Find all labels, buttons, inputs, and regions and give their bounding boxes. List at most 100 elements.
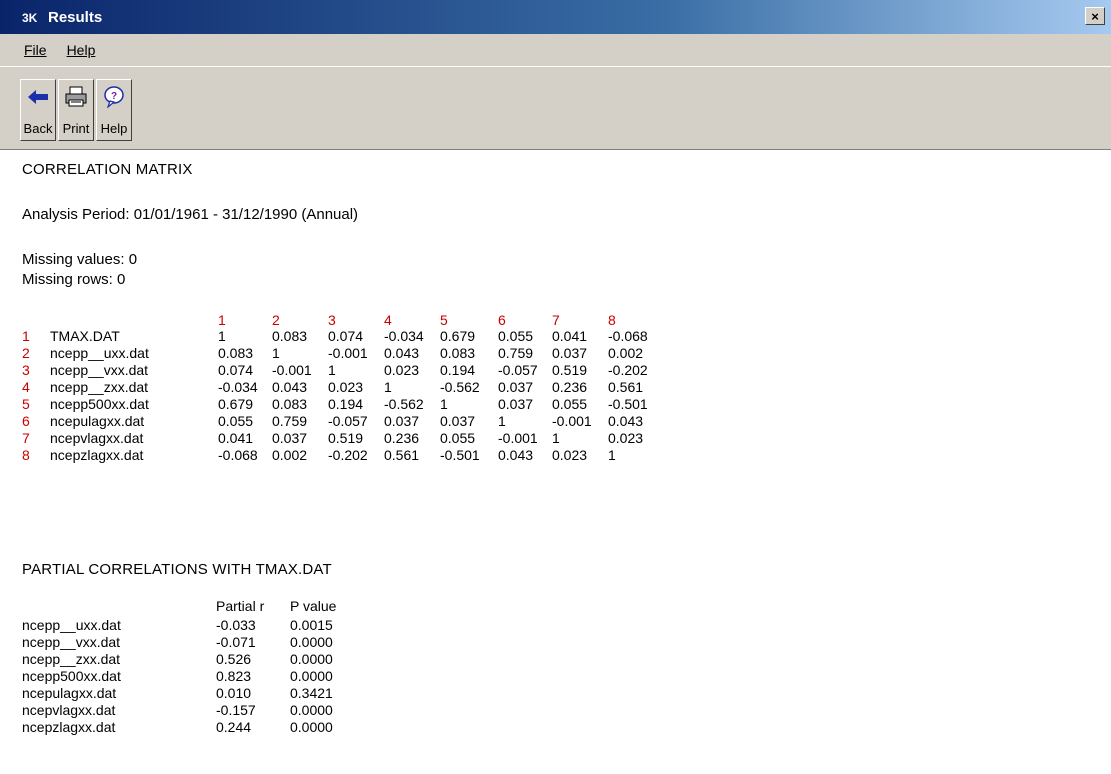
partial-correlations-heading: PARTIAL CORRELATIONS WITH TMAX.DAT: [22, 561, 332, 578]
back-label: Back: [23, 121, 53, 136]
matrix-cell: 0.083: [440, 345, 476, 361]
matrix-cell: 0.023: [608, 430, 644, 446]
matrix-cell: 1: [218, 328, 226, 344]
svg-text:?: ?: [111, 91, 117, 102]
partial-row-name: ncepvlagxx.dat: [22, 702, 116, 718]
matrix-cell: 0.561: [384, 447, 420, 463]
matrix-cell: 0.023: [552, 447, 588, 463]
back-button[interactable]: Back: [20, 79, 56, 141]
partial-r-value: 0.526: [216, 651, 252, 667]
help-button[interactable]: ? Help: [96, 79, 132, 141]
partial-row-name: ncepp__uxx.dat: [22, 617, 121, 633]
p-value: 0.3421: [290, 685, 333, 701]
matrix-cell: 1: [384, 379, 392, 395]
window-title: Results: [48, 8, 103, 26]
matrix-row-number: 8: [22, 447, 30, 463]
print-button[interactable]: Print: [58, 79, 94, 141]
partial-r-value: -0.033: [216, 617, 256, 633]
matrix-row-name: TMAX.DAT: [50, 328, 120, 344]
matrix-row-name: ncepp__zxx.dat: [50, 379, 149, 395]
matrix-cell: 0.236: [552, 379, 588, 395]
matrix-cell: -0.034: [218, 379, 258, 395]
partial-row-name: ncepp500xx.dat: [22, 668, 121, 684]
matrix-row-name: ncepp500xx.dat: [50, 396, 149, 412]
matrix-cell: 1: [440, 396, 448, 412]
matrix-cell: -0.501: [608, 396, 648, 412]
matrix-cell: 0.519: [328, 430, 364, 446]
matrix-cell: 0.074: [218, 362, 254, 378]
partial-row-name: ncepulagxx.dat: [22, 685, 117, 701]
matrix-cell: 0.519: [552, 362, 588, 378]
matrix-cell: 0.023: [384, 362, 420, 378]
matrix-row-name: ncepulagxx.dat: [50, 413, 145, 429]
matrix-cell: 0.561: [608, 379, 644, 395]
matrix-cell: -0.001: [552, 413, 592, 429]
matrix-cell: -0.068: [608, 328, 648, 344]
close-icon: ×: [1091, 8, 1099, 24]
matrix-cell: 0.055: [498, 328, 534, 344]
matrix-cell: 0.759: [498, 345, 534, 361]
print-label: Print: [62, 121, 90, 136]
matrix-cell: -0.501: [440, 447, 480, 463]
missing-rows: Missing rows: 0: [22, 271, 126, 288]
matrix-row-number: 1: [22, 328, 30, 344]
matrix-cell: -0.057: [498, 362, 538, 378]
matrix-row-number: 3: [22, 362, 30, 378]
help-bubble-icon: ?: [101, 84, 127, 110]
matrix-cell: 0.679: [440, 328, 476, 344]
p-value: 0.0000: [290, 719, 333, 735]
matrix-col-header: 1: [218, 312, 226, 328]
partial-row-name: ncepp__zxx.dat: [22, 651, 121, 667]
matrix-cell: 1: [608, 447, 616, 463]
matrix-col-header: 4: [384, 312, 392, 328]
matrix-cell: 0.759: [272, 413, 308, 429]
missing-values: Missing values: 0: [22, 251, 138, 268]
results-window: 3K Results × File Help Back Print ? Help…: [0, 0, 1111, 774]
matrix-cell: 0.041: [552, 328, 588, 344]
partial-r-value: 0.244: [216, 719, 252, 735]
matrix-row-name: ncepvlagxx.dat: [50, 430, 144, 446]
matrix-row-number: 2: [22, 345, 30, 361]
menu-bar: File Help: [0, 34, 1111, 66]
p-value: 0.0000: [290, 651, 333, 667]
matrix-cell: 1: [498, 413, 506, 429]
p-value: 0.0015: [290, 617, 333, 633]
matrix-cell: 0.055: [440, 430, 476, 446]
matrix-cell: -0.057: [328, 413, 368, 429]
printer-icon: [63, 84, 89, 110]
matrix-row-name: ncepzlagxx.dat: [50, 447, 144, 463]
matrix-cell: 0.002: [272, 447, 308, 463]
matrix-cell: 0.043: [498, 447, 534, 463]
matrix-cell: -0.562: [384, 396, 424, 412]
matrix-cell: 0.074: [328, 328, 364, 344]
matrix-row-name: ncepp__uxx.dat: [50, 345, 149, 361]
matrix-row-number: 4: [22, 379, 30, 395]
matrix-cell: 0.037: [272, 430, 308, 446]
matrix-cell: 0.236: [384, 430, 420, 446]
p-value: 0.0000: [290, 668, 333, 684]
partial-r-header: Partial r: [216, 598, 265, 614]
partial-r-value: -0.157: [216, 702, 256, 718]
matrix-cell: 1: [552, 430, 560, 446]
menu-file[interactable]: File: [24, 42, 47, 58]
title-bar[interactable]: 3K Results ×: [0, 0, 1111, 34]
matrix-cell: 0.037: [498, 379, 534, 395]
correlation-matrix-heading: CORRELATION MATRIX: [22, 161, 193, 178]
matrix-cell: 0.055: [218, 413, 254, 429]
matrix-cell: 0.041: [218, 430, 254, 446]
app-icon: 3K: [22, 9, 44, 25]
matrix-cell: -0.202: [608, 362, 648, 378]
results-content[interactable]: CORRELATION MATRIX Analysis Period: 01/0…: [0, 151, 1111, 774]
menu-help[interactable]: Help: [67, 42, 96, 58]
p-value: 0.0000: [290, 634, 333, 650]
matrix-col-header: 2: [272, 312, 280, 328]
matrix-cell: -0.068: [218, 447, 258, 463]
matrix-cell: 0.043: [384, 345, 420, 361]
matrix-cell: -0.001: [328, 345, 368, 361]
close-button[interactable]: ×: [1085, 7, 1105, 25]
help-label: Help: [100, 121, 128, 136]
partial-r-value: 0.010: [216, 685, 252, 701]
toolbar: Back Print ? Help: [0, 66, 1111, 150]
matrix-cell: -0.001: [498, 430, 538, 446]
matrix-cell: 0.194: [440, 362, 476, 378]
